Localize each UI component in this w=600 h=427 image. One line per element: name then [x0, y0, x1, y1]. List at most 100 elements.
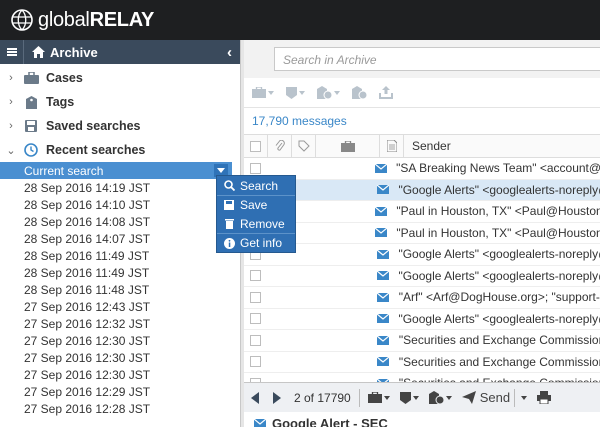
tag-column-icon[interactable]: [292, 135, 316, 157]
globe-logo-icon: [11, 9, 33, 31]
envelope-icon: [373, 249, 392, 259]
sidebar-item-label: Saved searches: [46, 119, 141, 133]
recent-search-item[interactable]: 27 Sep 2016 12:43 JST: [0, 298, 240, 315]
recent-searches-list: 28 Sep 2016 14:19 JST 28 Sep 2016 14:10 J…: [0, 179, 240, 417]
sidebar-header: Archive ‹: [0, 40, 240, 64]
print-button[interactable]: [537, 391, 552, 404]
table-row[interactable]: "Paul in Houston, TX" <Paul@Houston.T: [244, 223, 600, 244]
sidebar-item-tags[interactable]: › Tags: [0, 90, 240, 114]
recent-search-item[interactable]: 27 Sep 2016 12:28 JST: [0, 400, 240, 417]
menu-item-save[interactable]: Save: [217, 195, 295, 214]
column-header-sender[interactable]: Sender: [404, 139, 451, 153]
recent-search-item[interactable]: 28 Sep 2016 14:10 JST: [0, 196, 240, 213]
envelope-icon: [374, 335, 393, 345]
recent-search-item[interactable]: 28 Sep 2016 11:49 JST: [0, 264, 240, 281]
tag-icon: [399, 391, 411, 404]
recent-search-item[interactable]: 27 Sep 2016 12:30 JST: [0, 332, 240, 349]
document-column-icon[interactable]: [380, 135, 404, 157]
current-search-item[interactable]: Current search: [0, 162, 232, 179]
recent-search-item[interactable]: 27 Sep 2016 12:29 JST: [0, 383, 240, 400]
recent-search-item[interactable]: 27 Sep 2016 12:30 JST: [0, 366, 240, 383]
recent-search-item[interactable]: 27 Sep 2016 12:30 JST: [0, 349, 240, 366]
tag-icon: [22, 95, 40, 109]
row-sender: "Securities and Exchange Commission": [398, 354, 600, 369]
row-checkbox[interactable]: [244, 291, 267, 303]
envelope-icon: [373, 185, 392, 195]
search-area: Search in Archive: [244, 40, 600, 78]
briefcase-icon: [367, 392, 382, 403]
sidebar-item-saved-searches[interactable]: › Saved searches: [0, 114, 240, 138]
menu-item-search[interactable]: Search: [217, 176, 295, 195]
row-sender: "Google Alerts" <googlealerts-noreply@: [398, 247, 600, 262]
clock-icon: [22, 143, 40, 157]
table-row[interactable]: "Google Alerts" <googlealerts-noreply@: [244, 244, 600, 266]
envelope-icon: [254, 418, 266, 427]
previous-message-button[interactable]: [244, 383, 266, 413]
row-checkbox[interactable]: [244, 270, 267, 282]
remove-tag-button[interactable]: [352, 86, 367, 99]
message-list: "SA Breaking News Team" <account@se "Goog…: [244, 158, 600, 395]
table-row[interactable]: "Google Alerts" <googlealerts-noreply@: [244, 179, 600, 201]
menu-icon[interactable]: [0, 40, 24, 64]
menu-item-get-info[interactable]: Get info: [217, 233, 295, 252]
arrow-right-icon: [273, 391, 281, 404]
row-checkbox[interactable]: [244, 334, 267, 346]
table-row[interactable]: "Arf" <Arf@DogHouse.org>; "support-fir: [244, 287, 600, 309]
next-message-button[interactable]: [266, 383, 288, 413]
select-all-checkbox[interactable]: [244, 135, 268, 157]
recent-search-item[interactable]: 27 Sep 2016 12:32 JST: [0, 315, 240, 332]
top-bar: globalRELAY: [0, 0, 600, 40]
home-icon: [32, 46, 45, 58]
table-row[interactable]: "Securities and Exchange Commission": [244, 352, 600, 373]
case-action-button[interactable]: [252, 87, 274, 98]
case-button[interactable]: [367, 392, 390, 403]
tag-icon: [286, 86, 297, 99]
table-row[interactable]: "Paul in Houston, TX" <Paul@Houston.T: [244, 201, 600, 223]
briefcase-column-icon[interactable]: [316, 135, 380, 157]
table-row[interactable]: "SA Breaking News Team" <account@se: [244, 158, 600, 180]
row-checkbox[interactable]: [244, 313, 267, 325]
send-label: Send: [479, 390, 511, 405]
recent-search-item[interactable]: 28 Sep 2016 11:48 JST: [0, 281, 240, 298]
remove-tag-icon: [352, 86, 367, 99]
export-button[interactable]: [379, 86, 393, 99]
tag-button[interactable]: [399, 391, 419, 404]
row-sender: "Securities and Exchange Commission": [398, 333, 600, 348]
row-sender: "Google Alerts" <googlealerts-noreply@: [398, 182, 600, 197]
tag-action-button[interactable]: [286, 86, 305, 99]
envelope-icon: [372, 228, 391, 238]
sidebar-item-label: Recent searches: [46, 143, 146, 157]
toolbar-divider: [358, 388, 360, 407]
envelope-icon: [373, 271, 392, 281]
table-row[interactable]: "Google Alerts" <googlealerts-noreply@: [244, 266, 600, 287]
info-icon: [223, 237, 235, 249]
briefcase-icon: [22, 72, 40, 84]
recent-search-item[interactable]: 28 Sep 2016 11:49 JST: [0, 247, 240, 264]
floppy-icon: [223, 200, 235, 210]
envelope-icon: [372, 206, 391, 216]
collapse-sidebar-icon[interactable]: ‹: [227, 44, 232, 61]
chevron-right-icon: ›: [9, 96, 13, 108]
recent-search-item[interactable]: 28 Sep 2016 14:07 JST: [0, 230, 240, 247]
recent-search-item[interactable]: 28 Sep 2016 14:08 JST: [0, 213, 240, 230]
sidebar-item-label: Cases: [46, 71, 83, 85]
recent-search-item[interactable]: 28 Sep 2016 14:19 JST: [0, 179, 240, 196]
add-tag-icon: [428, 391, 444, 404]
send-button[interactable]: Send: [461, 388, 528, 407]
table-row[interactable]: "Securities and Exchange Commission": [244, 330, 600, 352]
sidebar-item-recent-searches[interactable]: ⌄ Recent searches: [0, 138, 240, 162]
row-checkbox[interactable]: [244, 162, 266, 174]
search-input[interactable]: Search in Archive: [274, 47, 600, 71]
paperclip-icon[interactable]: [268, 135, 292, 157]
add-tag-button[interactable]: [317, 86, 340, 99]
menu-item-remove[interactable]: Remove: [217, 214, 295, 233]
table-row[interactable]: "Google Alerts" <googlealerts-noreply@: [244, 309, 600, 330]
current-search-label: Current search: [24, 163, 104, 178]
envelope-icon: [374, 292, 393, 302]
brand-logo[interactable]: globalRELAY: [38, 9, 154, 32]
reader-toolbar: 2 of 17790 Send: [244, 382, 600, 412]
row-checkbox[interactable]: [244, 356, 267, 368]
send-icon: [461, 391, 476, 404]
sidebar-item-cases[interactable]: › Cases: [0, 66, 240, 90]
add-tag-button[interactable]: [428, 391, 452, 404]
